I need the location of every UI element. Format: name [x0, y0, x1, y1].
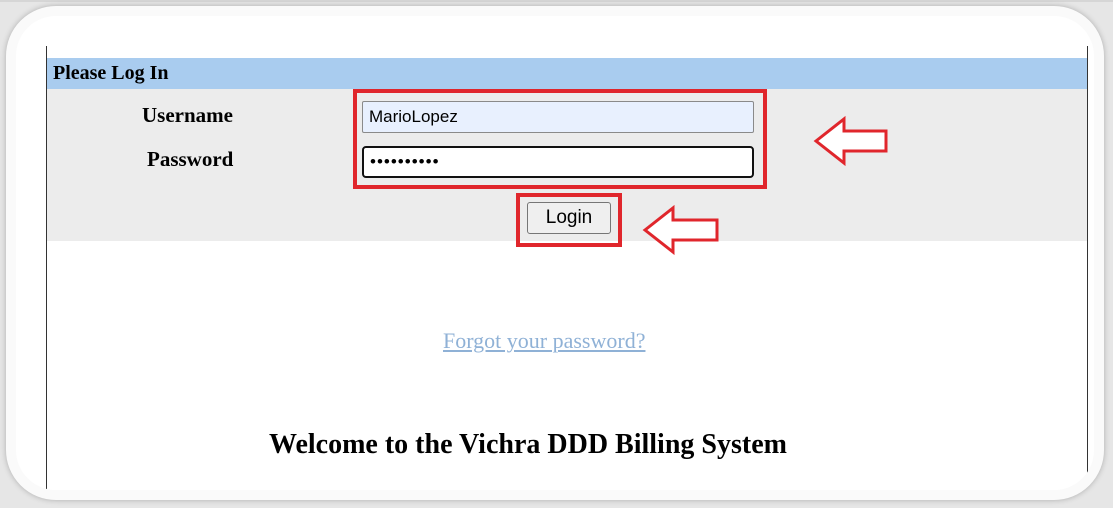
header-bar: Please Log In: [47, 58, 1087, 89]
left-arrow-outline-icon: [642, 204, 719, 256]
login-form: Username Password Login: [47, 89, 1087, 247]
screenshot-frame: Please Log In Username Password Login Fo…: [6, 6, 1104, 500]
login-highlight-box: [516, 193, 622, 247]
forgot-password-link[interactable]: Forgot your password?: [443, 328, 645, 354]
background-edge: [0, 0, 1113, 2]
username-label: Username: [142, 103, 233, 127]
page-title: Please Log In: [53, 62, 169, 84]
fields-highlight-box: [353, 89, 767, 189]
welcome-heading: Welcome to the Vichra DDD Billing System: [269, 429, 787, 460]
password-label: Password: [147, 147, 234, 171]
login-page: Please Log In Username Password Login Fo…: [46, 46, 1088, 490]
left-arrow-outline-icon: [813, 115, 888, 167]
